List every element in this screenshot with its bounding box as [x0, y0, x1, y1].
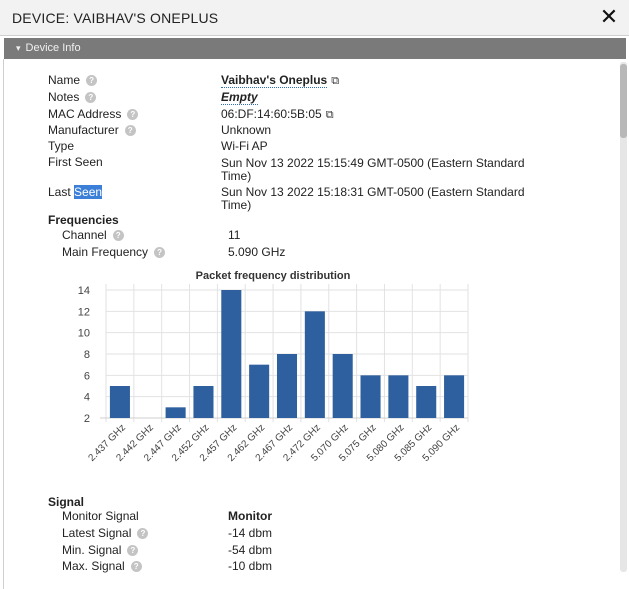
monitor-signal-value: Monitor: [228, 509, 272, 523]
last-seen-label-selected: Seen: [74, 185, 103, 199]
mac-label: MAC Address: [48, 107, 122, 121]
first-seen-value-line1: Sun Nov 13 2022 15:15:49 GMT-0500 (Easte…: [221, 156, 525, 170]
main-frequency-value: 5.090 GHz: [228, 245, 286, 259]
section-label: Device Info: [25, 42, 81, 54]
bar: [193, 386, 214, 418]
help-icon[interactable]: ?: [127, 545, 139, 557]
channel-label: Channel: [62, 228, 107, 242]
last-seen-label-part1: Last: [48, 185, 75, 199]
max-signal-value: -10 dbm: [228, 559, 273, 573]
y-tick-label: 14: [78, 285, 90, 297]
y-tick-label: 12: [78, 306, 90, 318]
min-signal-label-row: Min. Signal?: [62, 543, 139, 558]
channel-value: 11: [228, 228, 241, 242]
name-value-row: Vaibhav's Oneplus ⧉: [221, 73, 339, 88]
chart-title: Packet frequency distribution: [196, 270, 351, 282]
bar: [304, 311, 325, 418]
help-icon[interactable]: ?: [127, 109, 139, 121]
packet-frequency-chart: Packet frequency distribution24681012142…: [78, 270, 469, 464]
help-icon[interactable]: ?: [137, 528, 149, 540]
y-tick-label: 4: [84, 392, 90, 404]
dialog-title: DEVICE: VAIBHAV'S ONEPLUS: [12, 10, 219, 26]
bar: [221, 290, 242, 418]
manufacturer-value: Unknown: [221, 123, 272, 137]
y-tick-label: 10: [78, 328, 90, 340]
help-icon[interactable]: ?: [130, 561, 142, 573]
dialog-titlebar: DEVICE: VAIBHAV'S ONEPLUS ✕: [0, 0, 629, 36]
channel-label-row: Channel?: [62, 228, 124, 243]
bar: [416, 386, 437, 418]
first-seen-label: First Seen: [48, 155, 103, 169]
device-info-section-header[interactable]: ▾ Device Info: [4, 38, 626, 59]
mac-value: 06:DF:14:60:5B:05: [221, 107, 322, 121]
bar: [109, 386, 130, 418]
copy-icon[interactable]: ⧉: [326, 109, 334, 122]
min-signal-label: Min. Signal: [62, 543, 122, 557]
first-seen-value: Sun Nov 13 2022 15:15:49 GMT-0500 (Easte…: [221, 157, 525, 183]
first-seen-value-line2: Time): [221, 169, 252, 183]
y-tick-label: 6: [84, 370, 90, 382]
min-signal-value: -54 dbm: [228, 543, 273, 557]
name-value[interactable]: Vaibhav's Oneplus: [221, 73, 328, 88]
name-label: Name: [48, 73, 81, 87]
max-signal-label: Max. Signal: [62, 559, 125, 573]
main-frequency-label-row: Main Frequency?: [62, 245, 166, 260]
max-signal-label-row: Max. Signal?: [62, 559, 142, 574]
scrollbar-thumb[interactable]: [620, 64, 627, 138]
type-label: Type: [48, 139, 75, 153]
latest-signal-label-row: Latest Signal?: [62, 526, 149, 541]
close-icon[interactable]: ✕: [597, 4, 621, 30]
manufacturer-label: Manufacturer: [48, 123, 119, 137]
latest-signal-label: Latest Signal: [62, 526, 132, 540]
notes-label: Notes: [48, 90, 80, 104]
type-value: Wi-Fi AP: [221, 139, 268, 153]
bar: [444, 375, 465, 418]
bar: [360, 375, 381, 418]
bar: [332, 354, 353, 418]
panel-border: [3, 59, 4, 589]
last-seen-value-line1: Sun Nov 13 2022 15:18:31 GMT-0500 (Easte…: [221, 185, 525, 199]
frequencies-heading: Frequencies: [48, 213, 119, 227]
help-icon[interactable]: ?: [154, 247, 166, 259]
notes-label-row: Notes?: [48, 90, 97, 105]
help-icon[interactable]: ?: [86, 75, 98, 87]
last-seen-value-line2: Time): [221, 198, 252, 212]
manufacturer-label-row: Manufacturer?: [48, 123, 136, 138]
y-tick-label: 2: [84, 413, 90, 425]
notes-value[interactable]: Empty: [221, 90, 258, 105]
bar: [388, 375, 409, 418]
name-label-row: Name?: [48, 73, 98, 88]
bar: [249, 364, 270, 418]
help-icon[interactable]: ?: [124, 125, 136, 137]
last-seen-label: Last Seen: [48, 185, 103, 200]
latest-signal-value: -14 dbm: [228, 526, 273, 540]
notes-value-row: Empty: [221, 90, 258, 105]
y-tick-label: 8: [84, 349, 90, 361]
mac-value-row: 06:DF:14:60:5B:05 ⧉: [221, 108, 334, 122]
last-seen-value: Sun Nov 13 2022 15:18:31 GMT-0500 (Easte…: [221, 186, 525, 212]
main-frequency-label: Main Frequency: [62, 245, 149, 259]
bar: [276, 354, 298, 418]
help-icon[interactable]: ?: [112, 230, 124, 242]
bar: [165, 407, 186, 418]
mac-label-row: MAC Address?: [48, 107, 139, 122]
copy-icon[interactable]: ⧉: [331, 75, 339, 88]
scrollbar-track[interactable]: [620, 62, 627, 572]
caret-down-icon: ▾: [16, 43, 21, 53]
monitor-signal-label: Monitor Signal: [62, 509, 139, 523]
help-icon[interactable]: ?: [85, 92, 97, 104]
signal-heading: Signal: [48, 495, 85, 509]
